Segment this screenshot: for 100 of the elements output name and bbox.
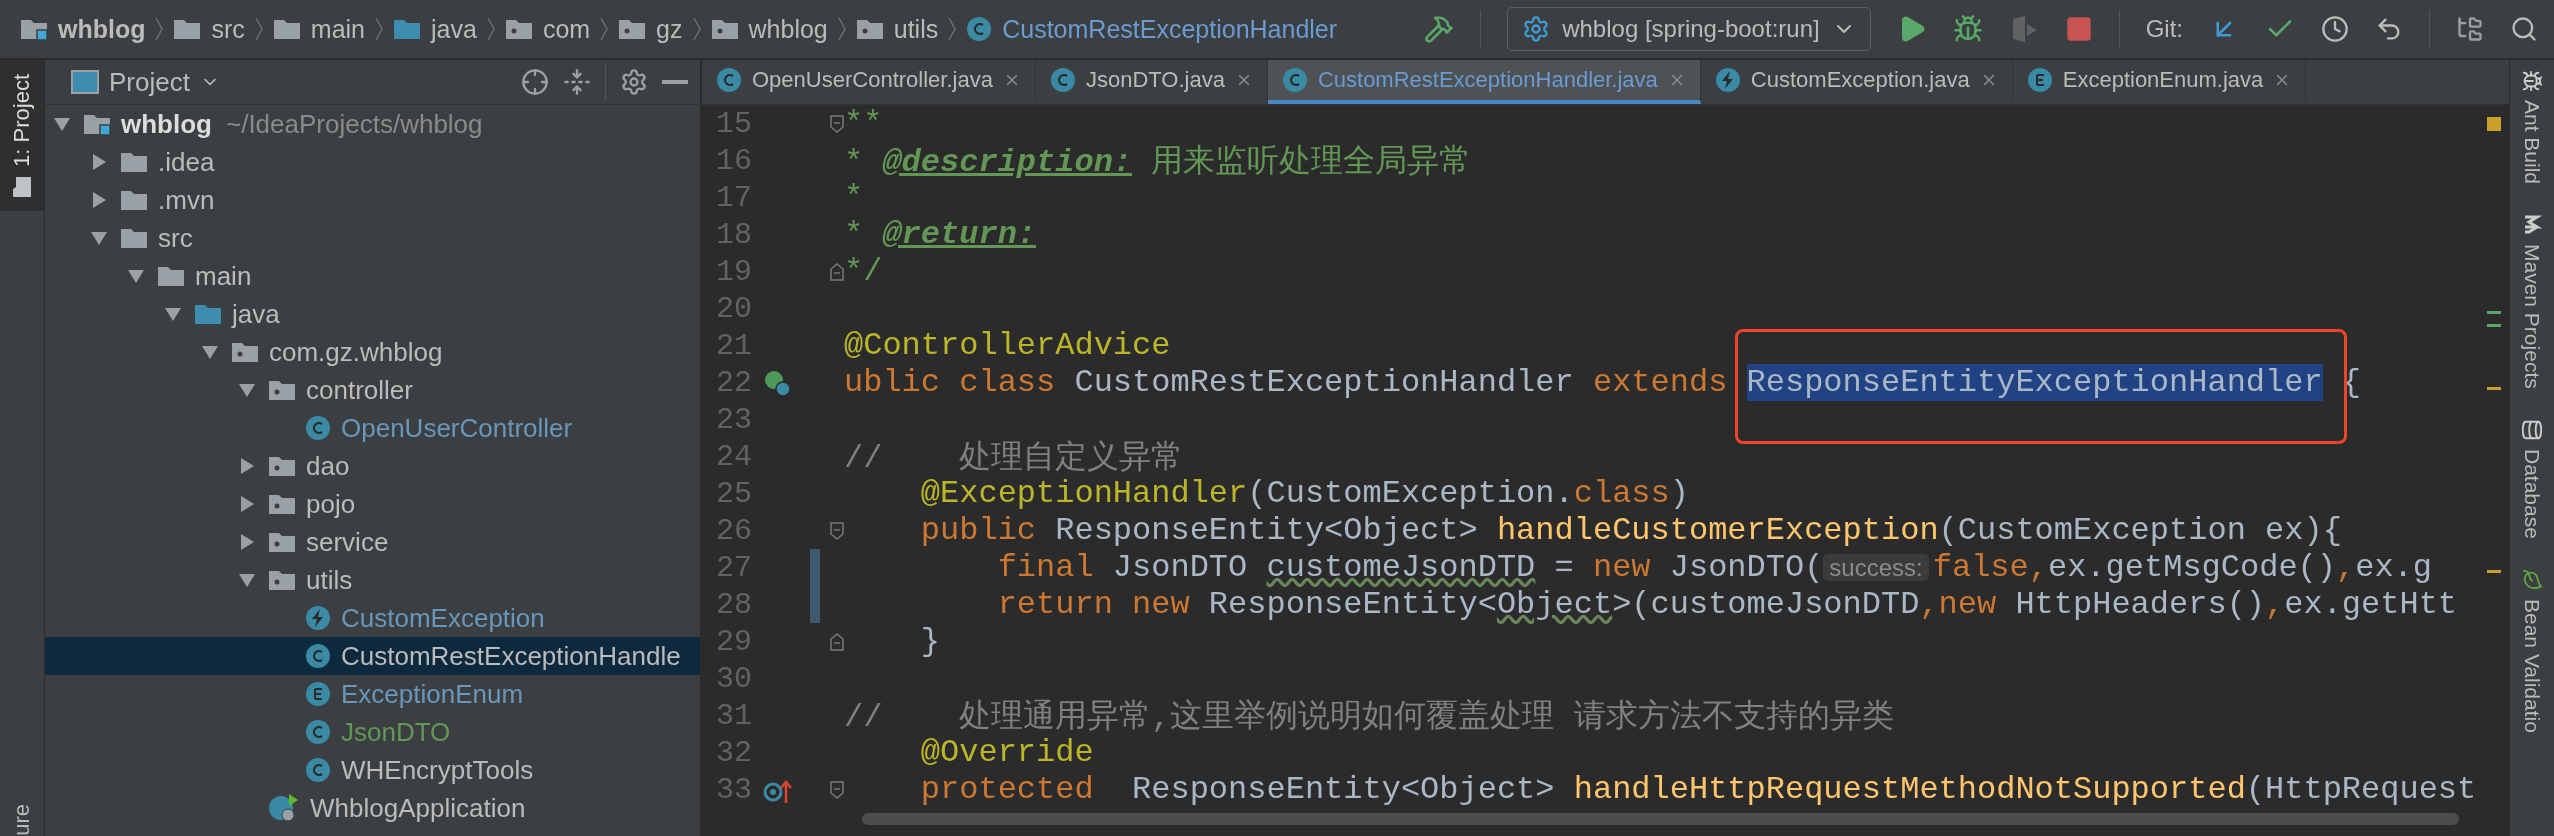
tool-window-tab[interactable]: Maven Projects	[2520, 214, 2544, 389]
tree-label: src	[158, 222, 193, 254]
tree-row[interactable]: src	[45, 219, 700, 257]
line-number: 29	[715, 624, 752, 659]
editor-tab[interactable]: ExceptionEnum.java	[2012, 60, 2307, 104]
class-icon	[305, 415, 331, 441]
code-line: *	[844, 179, 864, 216]
breadcrumb-item[interactable]: main	[272, 14, 365, 44]
tree-label: OpenUserController	[341, 412, 573, 444]
folder-icon	[20, 18, 48, 40]
breadcrumb-separator-icon	[948, 17, 957, 41]
code-line: public ResponseEntity<Object> handleCustomerException(CustomException ex){	[919, 512, 2342, 549]
tool-window-tab[interactable]: 1: Project	[0, 60, 44, 211]
run-config-dropdown[interactable]: whblog [spring-boot:run]	[1507, 7, 1871, 51]
folder-icon	[120, 189, 148, 211]
package-icon	[855, 18, 884, 40]
editor-tab[interactable]: OpenUserController.java	[702, 60, 1036, 104]
line-number: 18	[715, 217, 752, 252]
folder-icon	[194, 303, 222, 325]
tool-window-label[interactable]: ure	[9, 800, 35, 836]
code-line: final JsonDTO customeJsonDTD = new JsonDTO( success: false,ex.getMsgCode(),ex.g	[996, 549, 2432, 586]
breadcrumb-separator-icon	[375, 17, 383, 41]
hammer-icon[interactable]	[1424, 14, 1455, 44]
code-line: }	[919, 623, 940, 660]
crosshair-icon[interactable]	[521, 68, 549, 96]
breadcrumb-item[interactable]: java	[393, 14, 477, 44]
enum-icon	[2026, 67, 2053, 93]
tree-row[interactable]: WHEncryptTools	[45, 751, 700, 789]
line-number: 30	[715, 661, 752, 696]
fold-marker-icon[interactable]	[830, 521, 844, 540]
tree-label: java	[232, 298, 280, 330]
code-line: ublic class CustomRestExceptionHandler extends ResponseEntityExceptionHandler {	[844, 364, 2362, 401]
tree-row[interactable]: dao	[45, 447, 700, 485]
line-number: 24	[715, 439, 752, 474]
tree-row[interactable]: CustomException	[45, 599, 700, 637]
line-number: 20	[715, 291, 752, 326]
class-icon	[1049, 67, 1076, 93]
breadcrumb-item[interactable]: gz	[618, 14, 683, 44]
tree-row[interactable]: ExceptionEnum	[45, 675, 700, 713]
breadcrumb-item[interactable]: whblog	[20, 14, 146, 44]
tree-row[interactable]: whblog ~/IdeaProjects/whblog	[45, 105, 700, 143]
tree-row[interactable]: .mvn	[45, 181, 700, 219]
fold-marker-icon[interactable]	[830, 114, 844, 133]
breadcrumb-item[interactable]: CustomRestExceptionHandler	[966, 14, 1338, 44]
tree-label: WhblogApplication	[310, 792, 526, 824]
class-icon	[966, 16, 993, 42]
folder-icon	[393, 18, 421, 40]
tool-window-tab[interactable]: Database	[2520, 418, 2544, 539]
tree-row[interactable]: .idea	[45, 143, 700, 181]
bug-icon	[2521, 70, 2543, 92]
gear-icon	[1522, 15, 1551, 43]
class-icon	[305, 757, 331, 783]
line-number: 21	[715, 328, 752, 363]
breadcrumb-item[interactable]: src	[173, 14, 245, 44]
tree-row[interactable]: utils	[45, 561, 700, 599]
breadcrumb-item[interactable]: utils	[855, 14, 939, 44]
project-view-dropdown[interactable]: Project	[65, 65, 226, 99]
fold-marker-icon[interactable]	[830, 780, 844, 799]
editor-tab[interactable]: JsonDTO.java	[1035, 60, 1268, 104]
tree-row[interactable]: CustomRestExceptionHandle	[45, 637, 700, 675]
tree-label: controller	[306, 374, 413, 406]
tree-row[interactable]: com.gz.whblog	[45, 333, 700, 371]
tree-label: utils	[306, 564, 353, 596]
bug-icon[interactable]	[1952, 14, 1983, 44]
code-line: // 处理自定义异常	[844, 439, 1184, 477]
tree-row[interactable]: service	[45, 523, 700, 561]
code-line: @ControllerAdvice	[844, 327, 1171, 364]
tree-row[interactable]: WhblogApplication	[45, 789, 700, 827]
tree-label: .mvn	[158, 184, 215, 216]
fold-marker-icon[interactable]	[830, 262, 844, 281]
line-number: 33	[715, 772, 752, 807]
code-line: @ExceptionHandler(CustomException.class)	[919, 475, 1689, 512]
tree-row[interactable]: controller	[45, 371, 700, 409]
collapse-icon[interactable]	[563, 68, 591, 96]
editor-tab[interactable]: CustomException.java	[1700, 60, 2013, 104]
tree-row[interactable]: main	[45, 257, 700, 295]
code-line: // 处理通用异常,这里举例说明如何覆盖处理 请求方法不支持的异类	[844, 698, 1894, 736]
stop-icon[interactable]	[2064, 15, 2093, 43]
line-number: 15	[715, 106, 752, 141]
breadcrumb-item[interactable]: whblog	[710, 14, 828, 44]
tree-row[interactable]: OpenUserController	[45, 409, 700, 447]
tree-row[interactable]: java	[45, 295, 700, 333]
code-line: return new ResponseEntity<Object>(customeJsonDTD,new HttpHeaders(),ex.getHtt	[996, 586, 2458, 623]
scrollbar-thumb[interactable]	[862, 813, 2459, 825]
fold-marker-icon[interactable]	[830, 632, 844, 651]
code-line: */	[844, 253, 883, 290]
class-icon	[305, 643, 331, 669]
breadcrumb-separator-icon	[600, 17, 609, 41]
folder-tree-icon[interactable]	[2456, 15, 2484, 43]
settings-icon[interactable]	[620, 68, 648, 96]
clock-icon[interactable]	[2321, 15, 2349, 43]
breadcrumb-item[interactable]: com	[504, 14, 591, 44]
tree-row[interactable]: pojo	[45, 485, 700, 523]
window-icon	[71, 70, 99, 94]
search-icon[interactable]	[2510, 15, 2538, 43]
tool-window-tab[interactable]: Bean Validatio	[2520, 568, 2544, 733]
tree-row[interactable]: JsonDTO	[45, 713, 700, 751]
line-number: 23	[715, 402, 752, 437]
tool-window-tab[interactable]: Ant Build	[2520, 70, 2544, 185]
line-number: 27	[715, 550, 752, 585]
